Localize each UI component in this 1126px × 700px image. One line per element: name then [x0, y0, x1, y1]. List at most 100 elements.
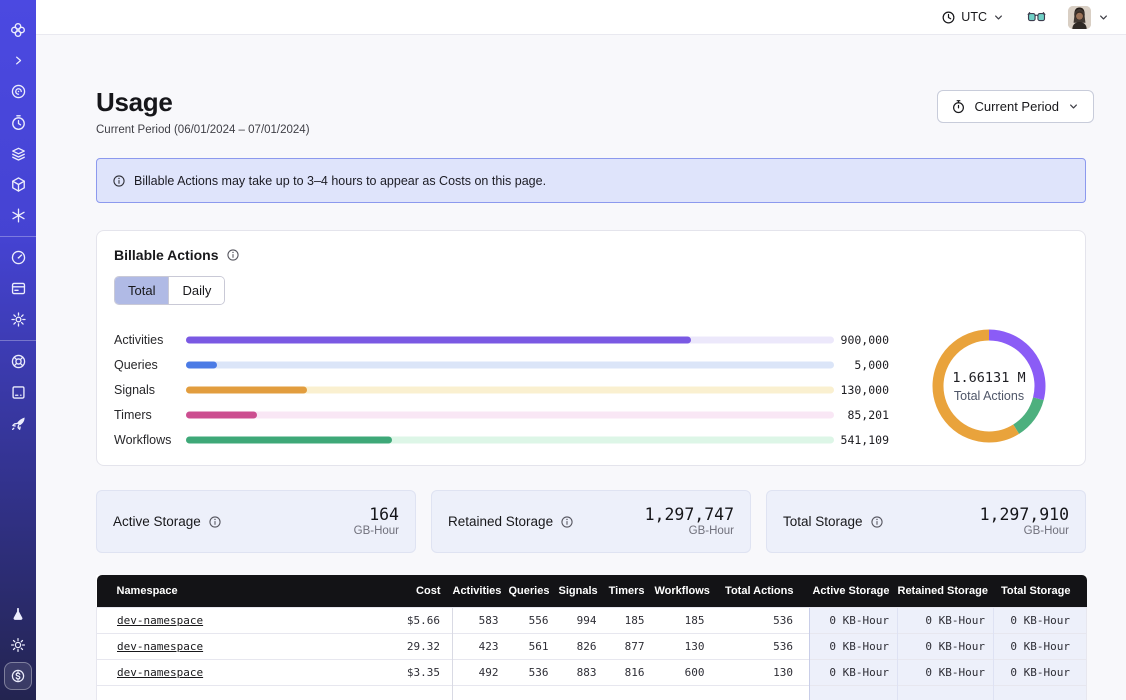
timezone-selector[interactable]: UTC — [941, 10, 1005, 25]
docs-icon[interactable] — [0, 377, 36, 408]
cell-total-actions: 536 — [715, 607, 810, 633]
cell-total-storage: 0 KB-Hour — [994, 659, 1087, 685]
bar-label: Signals — [114, 383, 155, 397]
sun-icon[interactable] — [0, 629, 36, 660]
bar-value: 900,000 — [841, 333, 889, 347]
bar-fill — [186, 386, 307, 393]
bar-fill — [186, 411, 257, 418]
bar-label: Timers — [114, 408, 152, 422]
active-storage-card: Active Storage 164GB-Hour — [96, 490, 416, 553]
donut-total-value: 1.66131 M — [952, 370, 1025, 386]
rocket-icon[interactable] — [0, 408, 36, 439]
cell-total-actions: 130 — [715, 659, 810, 685]
bar-fill — [186, 336, 691, 343]
retained-storage-label: Retained Storage — [448, 514, 574, 529]
cell-namespace — [97, 685, 347, 700]
bar-track — [186, 436, 834, 443]
user-menu[interactable] — [1068, 6, 1110, 29]
bar-label: Queries — [114, 358, 158, 372]
namespaces-swirl-icon[interactable] — [0, 76, 36, 107]
column-header-total-storage: Total Storage — [994, 575, 1087, 607]
cell-queries: 556 — [509, 607, 559, 633]
timer-icon[interactable] — [0, 107, 36, 138]
cell-signals: 826 — [559, 633, 607, 659]
layers-icon[interactable] — [0, 138, 36, 169]
namespace-link[interactable]: dev-namespace — [117, 666, 203, 679]
namespace-link[interactable]: dev-namespace — [117, 640, 203, 653]
retained-storage-card: Retained Storage 1,297,747GB-Hour — [431, 490, 751, 553]
sidebar — [0, 0, 36, 700]
column-header-active-storage: Active Storage — [810, 575, 898, 607]
info-icon — [112, 174, 126, 188]
temporal-logo-icon[interactable] — [0, 14, 36, 45]
cell-active-storage: 0 KB-Hour — [810, 607, 898, 633]
tab-total[interactable]: Total — [115, 277, 168, 304]
cell-signals: 883 — [559, 659, 607, 685]
info-icon[interactable] — [226, 248, 240, 262]
active-storage-value: 164GB-Hour — [354, 506, 399, 537]
column-header-signals: Signals — [559, 575, 607, 607]
timezone-label: UTC — [961, 10, 987, 24]
stopwatch-icon — [951, 99, 966, 114]
clock-icon — [941, 10, 956, 25]
donut-total-label: Total Actions — [954, 389, 1024, 403]
namespace-link[interactable]: dev-namespace — [117, 614, 203, 627]
cell-cost: 29.32 — [347, 633, 453, 659]
cell-signals: 994 — [559, 607, 607, 633]
glasses-icon[interactable] — [1027, 11, 1046, 23]
bar-fill — [186, 361, 217, 368]
bar-label: Workflows — [114, 433, 171, 447]
bar-track — [186, 361, 834, 368]
retained-storage-value: 1,297,747GB-Hour — [645, 506, 734, 537]
dollar-icon[interactable] — [4, 662, 32, 690]
table-row: dev-namespace29.324235618268771305360 KB… — [97, 633, 1087, 659]
main-content: Usage Current Period (06/01/2024 – 07/01… — [36, 35, 1126, 700]
tab-daily[interactable]: Daily — [168, 277, 224, 304]
column-header-workflows: Workflows — [655, 575, 715, 607]
bar-track — [186, 386, 834, 393]
flask-icon[interactable] — [0, 598, 36, 629]
browser-window-icon[interactable] — [0, 273, 36, 304]
donut-center: 1.66131 M Total Actions — [927, 324, 1051, 448]
info-icon[interactable] — [208, 515, 222, 529]
cell-activities — [453, 685, 509, 700]
cell-workflows: 130 — [655, 633, 715, 659]
storage-label-text: Active Storage — [113, 514, 201, 529]
info-icon[interactable] — [870, 515, 884, 529]
cell-cost: $3.35 — [347, 659, 453, 685]
cell-workflows: 600 — [655, 659, 715, 685]
info-icon[interactable] — [560, 515, 574, 529]
gauge-icon[interactable] — [0, 242, 36, 273]
billable-actions-card: Billable Actions TotalDaily Activities90… — [96, 230, 1086, 466]
active-storage-label: Active Storage — [113, 514, 222, 529]
cell-active-storage: 0 KB-Hour — [810, 633, 898, 659]
table-row: dev-namespace$3.354925368838166001300 KB… — [97, 659, 1087, 685]
period-selector-button[interactable]: Current Period — [937, 90, 1094, 123]
total-storage-label: Total Storage — [783, 514, 884, 529]
column-header-namespace: Namespace — [97, 575, 347, 607]
total-storage-value: 1,297,910GB-Hour — [980, 506, 1069, 537]
namespace-usage-table: NamespaceCostActivitiesQueriesSignalsTim… — [96, 575, 1087, 700]
cell-queries: 536 — [509, 659, 559, 685]
info-banner-text: Billable Actions may take up to 3–4 hour… — [134, 174, 546, 188]
cell-total-storage — [994, 685, 1087, 700]
bar-value: 130,000 — [841, 383, 889, 397]
cell-total-actions — [715, 685, 810, 700]
column-header-activities: Activities — [453, 575, 509, 607]
cell-cost: $5.66 — [347, 607, 453, 633]
nexus-asterisk-icon[interactable] — [0, 200, 36, 231]
life-ring-icon[interactable] — [0, 346, 36, 377]
storage-label-text: Total Storage — [783, 514, 863, 529]
cell-total-actions: 536 — [715, 633, 810, 659]
table-header: NamespaceCostActivitiesQueriesSignalsTim… — [97, 575, 1087, 607]
cube-icon[interactable] — [0, 169, 36, 200]
page-subtitle: Current Period (06/01/2024 – 07/01/2024) — [96, 124, 310, 136]
table-body: dev-namespace$5.665835569941851855360 KB… — [97, 607, 1087, 700]
cell-workflows: 185 — [655, 607, 715, 633]
cell-active-storage — [810, 685, 898, 700]
cell-total-storage: 0 KB-Hour — [994, 607, 1087, 633]
cell-retained-storage — [898, 685, 994, 700]
chevron-right-icon[interactable] — [0, 45, 36, 76]
page-title: Usage — [96, 87, 173, 118]
gear-icon[interactable] — [0, 304, 36, 335]
